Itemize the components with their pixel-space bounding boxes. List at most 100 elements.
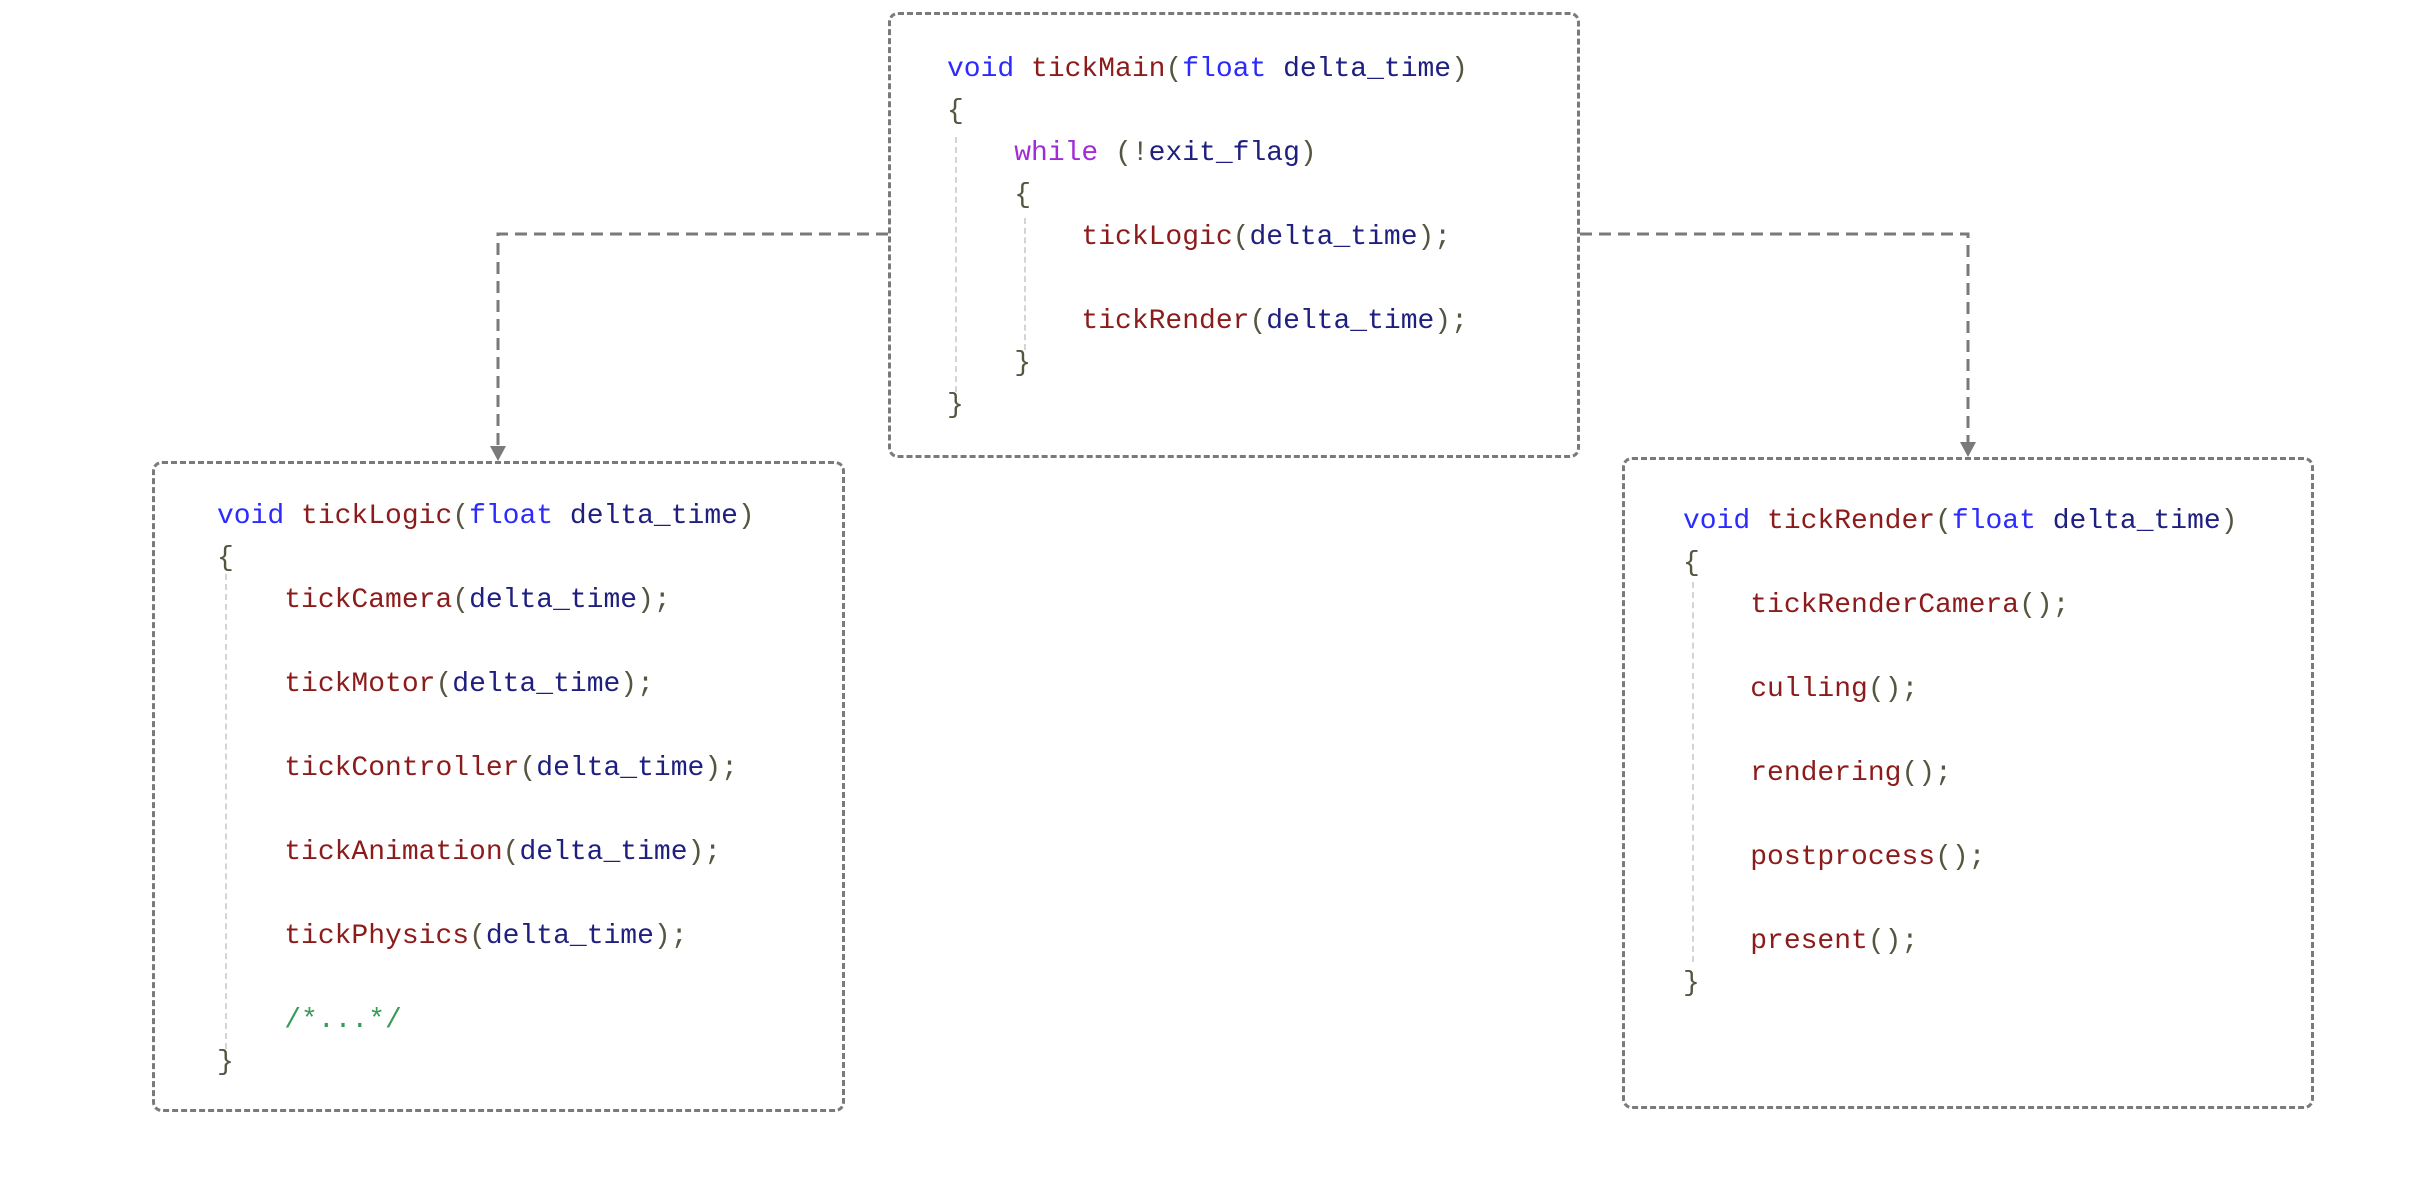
code-line: /*...*/ xyxy=(217,1000,755,1042)
code-line: tickMotor(delta_time); xyxy=(217,664,755,706)
code-token: exit_flag xyxy=(1148,138,1300,169)
code-line: { xyxy=(1683,543,2238,585)
code-line: tickRenderCamera(); xyxy=(1683,585,2238,627)
code-token: float xyxy=(1951,506,2053,537)
code-token: present xyxy=(1750,926,1868,957)
code-token: ( xyxy=(502,837,520,868)
code-line: tickAnimation(delta_time); xyxy=(217,832,755,874)
code-token: tickMotor xyxy=(284,669,436,700)
code-token: tickLogic xyxy=(1081,222,1233,253)
code-line: { xyxy=(947,175,1468,217)
code-token: ); xyxy=(687,837,722,868)
code-token: (); xyxy=(2019,590,2070,621)
code-token: ) xyxy=(737,501,755,532)
code-token: ) xyxy=(1451,54,1468,85)
code-token: tickLogic xyxy=(301,501,453,532)
arrow-down-icon xyxy=(1960,442,1976,457)
code-line: present(); xyxy=(1683,921,2238,963)
code-token: delta_time xyxy=(2052,506,2221,537)
code-token: delta_time xyxy=(1249,222,1418,253)
code-token: ( xyxy=(452,585,470,616)
code-line: void tickRender(float delta_time) xyxy=(1683,501,2238,543)
code-token: { xyxy=(1683,548,1700,579)
code-token: } xyxy=(1683,968,1700,999)
code-line: tickPhysics(delta_time); xyxy=(217,916,755,958)
code-line: { xyxy=(217,538,755,580)
code-token: void xyxy=(947,54,1032,85)
code-token: /*...*/ xyxy=(284,1005,402,1036)
code-token: delta_time xyxy=(536,753,705,784)
code-token: (! xyxy=(1115,138,1149,169)
code-token: float xyxy=(1182,54,1284,85)
code-token: (); xyxy=(1867,674,1919,705)
code-line: void tickMain(float delta_time) xyxy=(947,49,1468,91)
code-line: void tickLogic(float delta_time) xyxy=(217,496,755,538)
code-token: while xyxy=(1014,138,1116,169)
code-token: (); xyxy=(1867,926,1919,957)
code-token: rendering xyxy=(1750,758,1902,789)
code-token: tickAnimation xyxy=(284,837,503,868)
code-token: void xyxy=(1683,506,1768,537)
code-token: { xyxy=(947,180,1032,211)
code-token: ); xyxy=(637,585,671,616)
code-line: postprocess(); xyxy=(1683,837,2238,879)
connector-to-tick-logic xyxy=(496,232,888,448)
code-token: delta_time xyxy=(519,837,688,868)
code-token: { xyxy=(947,96,964,127)
code-token: } xyxy=(947,390,964,421)
code-token: ); xyxy=(704,753,738,784)
code-token: delta_time xyxy=(1266,306,1435,337)
code-token: ( xyxy=(1935,506,1952,537)
code-token: } xyxy=(947,348,1032,379)
code-token: ); xyxy=(620,669,654,700)
code-line: tickController(delta_time); xyxy=(217,748,755,790)
code-token: ) xyxy=(2220,506,2238,537)
code-token: delta_time xyxy=(485,921,654,952)
code-line: } xyxy=(1683,963,2238,1005)
code-token: tickRender xyxy=(1081,306,1250,337)
code-line: } xyxy=(217,1042,755,1084)
code-line: { xyxy=(947,91,1468,133)
code-token: ( xyxy=(1232,222,1250,253)
code-token: tickController xyxy=(284,753,520,784)
code-token: tickRenderCamera xyxy=(1750,590,2020,621)
code-token: { xyxy=(217,543,234,574)
code-token: ( xyxy=(452,501,470,532)
code-token: culling xyxy=(1750,674,1868,705)
code-token: delta_time xyxy=(569,501,738,532)
arrow-down-icon xyxy=(490,446,506,461)
tick-main-code: void tickMain(float delta_time){ while (… xyxy=(947,49,1468,427)
code-token: ); xyxy=(1434,306,1468,337)
code-token: delta_time xyxy=(1283,54,1452,85)
code-token: float xyxy=(469,501,570,532)
code-token: delta_time xyxy=(452,669,621,700)
code-token: ( xyxy=(1165,54,1183,85)
code-token: tickRender xyxy=(1767,506,1936,537)
code-token: delta_time xyxy=(469,585,638,616)
code-token: tickMain xyxy=(1031,54,1166,85)
code-token: tickCamera xyxy=(284,585,453,616)
code-token: ( xyxy=(469,921,486,952)
code-token: ) xyxy=(1299,138,1317,169)
